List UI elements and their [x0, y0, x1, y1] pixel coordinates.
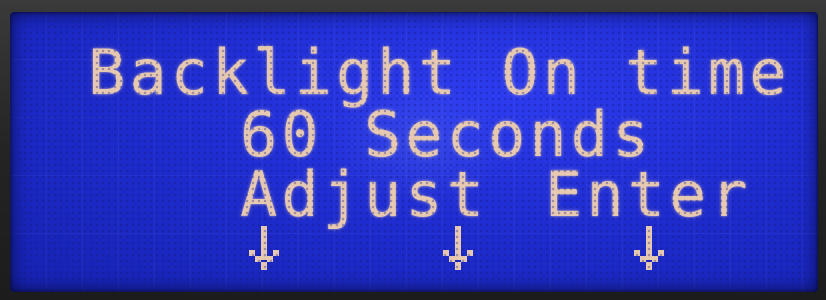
device-bezel: Backlight On time 60 Seconds Adjust Ente… — [0, 0, 826, 300]
down-arrow-icon — [442, 224, 474, 276]
down-arrow-icon — [248, 224, 280, 276]
setting-value: 60 Seconds — [240, 98, 654, 171]
enter-label: Enter — [545, 158, 752, 231]
lcd-screen: Backlight On time 60 Seconds Adjust Ente… — [10, 12, 818, 292]
setting-title: Backlight On time — [88, 36, 791, 109]
down-arrow-icon — [633, 224, 665, 276]
adjust-label: Adjust — [240, 158, 488, 231]
